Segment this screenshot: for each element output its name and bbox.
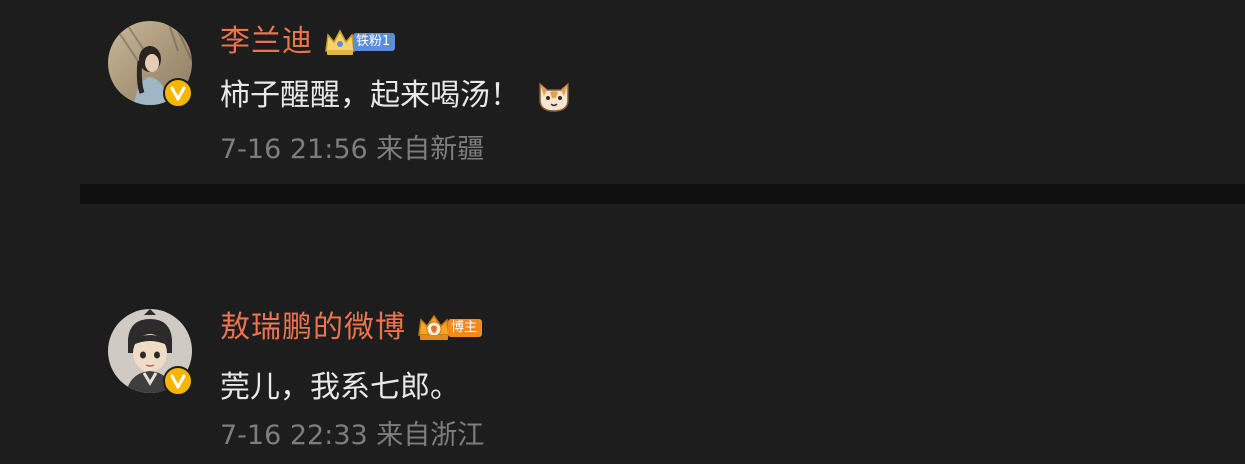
comment-item: 敖瑞鹏的微博 博主 莞儿，我系七郎。 7-16 22:33 来自浙江	[0, 204, 1245, 464]
avatar[interactable]	[108, 309, 193, 396]
username[interactable]: 敖瑞鹏的微博	[220, 308, 406, 348]
comment-list: 李兰迪 铁粉1 柿子醒醒，起来喝汤！ 7-16 21:56 来自新疆 敖瑞鹏的微…	[0, 0, 1245, 464]
username[interactable]: 李兰迪	[220, 22, 313, 62]
cat-face-icon	[539, 82, 569, 112]
location: 来自新疆	[376, 134, 485, 165]
comment-item: 李兰迪 铁粉1 柿子醒醒，起来喝汤！ 7-16 21:56 来自新疆	[0, 0, 1245, 184]
comment-text: 莞儿，我系七郎。	[220, 370, 460, 405]
fan-level-label: 铁粉1	[353, 33, 396, 51]
fan-badge[interactable]: 铁粉1	[323, 27, 396, 57]
verified-badge-icon	[163, 366, 193, 396]
comment-meta: 7-16 22:33 来自浙江	[220, 418, 484, 454]
timestamp: 7-16 21:56	[220, 134, 368, 165]
comment-text: 柿子醒醒，起来喝汤！	[220, 78, 520, 113]
crown-icon	[325, 29, 355, 55]
comment-meta: 7-16 21:56 来自新疆	[220, 132, 484, 168]
verified-badge-icon	[163, 78, 193, 108]
blogger-label: 博主	[448, 319, 483, 337]
location: 来自浙江	[376, 420, 485, 451]
comment-header: 敖瑞鹏的微博 博主	[220, 308, 483, 348]
comment-header: 李兰迪 铁粉1	[220, 22, 396, 62]
comment-body: 莞儿，我系七郎。	[220, 366, 460, 410]
blogger-badge[interactable]: 博主	[416, 313, 483, 343]
blogger-crown-icon	[418, 314, 450, 340]
avatar[interactable]	[108, 21, 193, 108]
timestamp: 7-16 22:33	[220, 420, 368, 451]
comment-body: 柿子醒醒，起来喝汤！	[220, 74, 572, 118]
section-divider	[80, 184, 1245, 204]
